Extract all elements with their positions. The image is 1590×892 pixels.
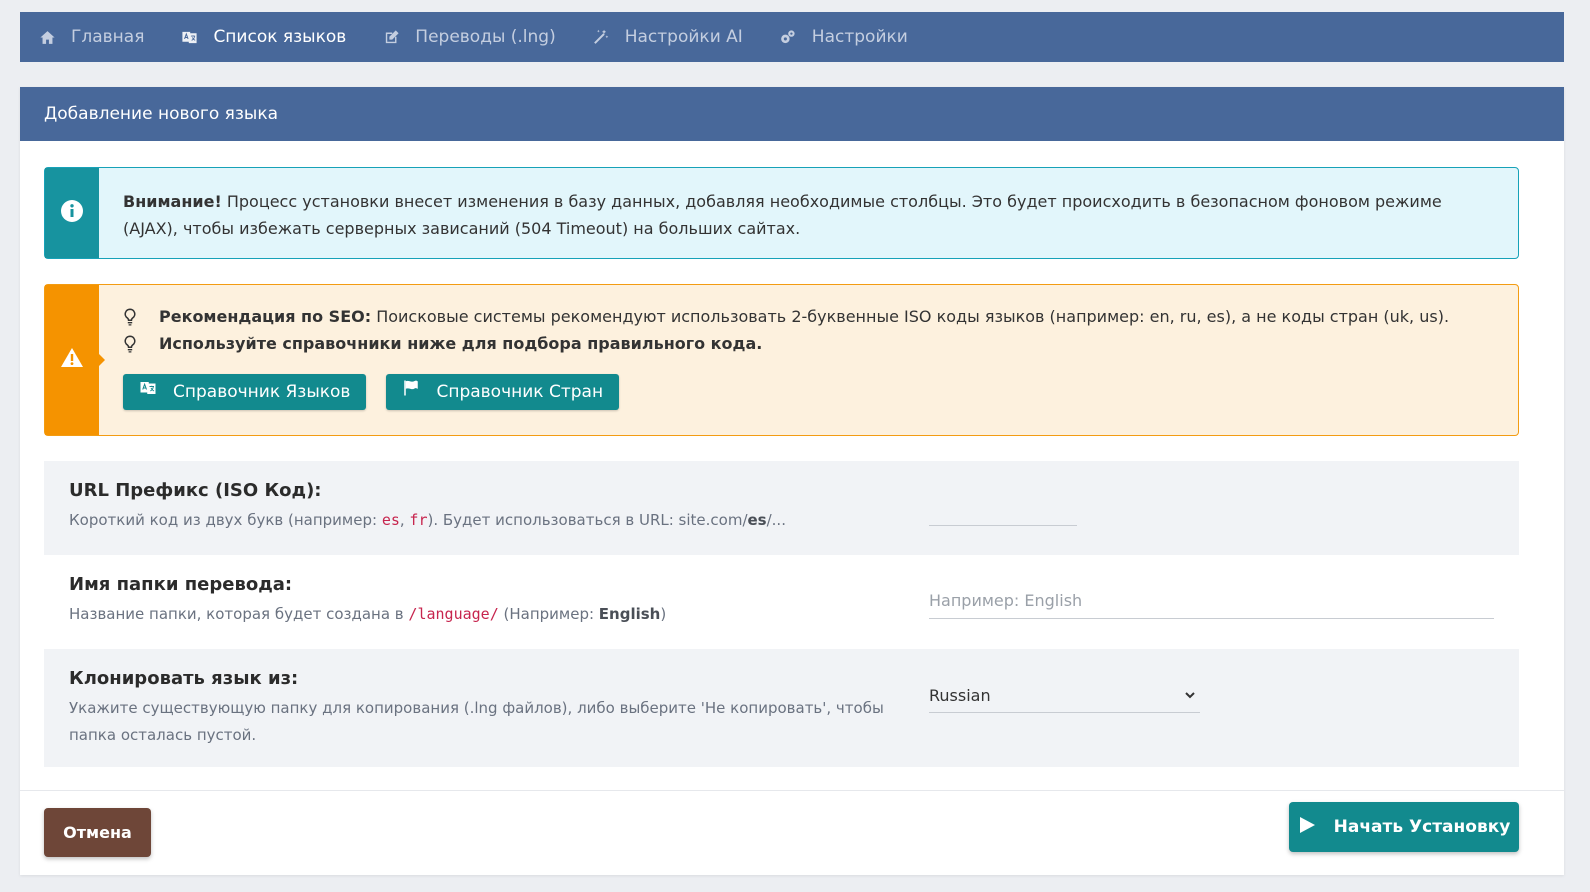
country-reference-button[interactable]: Справочник Стран bbox=[386, 374, 620, 410]
seo-use-references-text: Используйте справочники ниже для подбора… bbox=[159, 334, 763, 353]
cancel-button[interactable]: Отмена bbox=[44, 808, 151, 857]
language-reference-button[interactable]: Справочник Языков bbox=[123, 374, 367, 410]
info-icon bbox=[60, 199, 84, 227]
language-reference-label: Справочник Языков bbox=[173, 381, 351, 402]
nav-item-translations[interactable]: Переводы (.lng) bbox=[382, 12, 556, 62]
flag-icon bbox=[402, 379, 436, 406]
chevron-down-icon bbox=[1184, 686, 1200, 705]
clone-language-help: Укажите существующую папку для копирован… bbox=[69, 699, 884, 744]
translate-icon bbox=[180, 28, 198, 46]
clone-language-select[interactable]: Russian bbox=[929, 679, 1200, 713]
seo-recommendation-strong: Рекомендация по SEO: bbox=[159, 307, 372, 326]
translate-icon bbox=[139, 379, 173, 406]
lightbulb-icon bbox=[123, 334, 137, 353]
magic-wand-icon bbox=[592, 28, 610, 46]
nav-item-label: Список языков bbox=[213, 27, 347, 47]
lightbulb-icon bbox=[123, 307, 137, 326]
nav-item-home[interactable]: Главная bbox=[38, 12, 144, 62]
footer-divider bbox=[20, 790, 1564, 791]
nav-item-settings[interactable]: Настройки bbox=[779, 12, 908, 62]
top-navbar: Главная Список языков Переводы (.lng) На… bbox=[20, 12, 1564, 62]
add-language-panel: Добавление нового языка Внимание! Процес… bbox=[20, 87, 1564, 875]
folder-name-row: Имя папки перевода: Название папки, кото… bbox=[44, 555, 1519, 649]
url-prefix-label: URL Префикс (ISO Код): bbox=[69, 480, 322, 501]
info-alert: Внимание! Процесс установки внесет измен… bbox=[44, 167, 1519, 259]
url-prefix-help: Короткий код из двух букв (например: es,… bbox=[69, 511, 786, 529]
home-icon bbox=[38, 28, 56, 46]
play-icon bbox=[1298, 816, 1334, 839]
url-prefix-row: URL Префикс (ISO Код): Короткий код из д… bbox=[44, 461, 1519, 555]
start-install-button[interactable]: Начать Установку bbox=[1289, 802, 1519, 852]
nav-item-ai-settings[interactable]: Настройки AI bbox=[592, 12, 743, 62]
url-prefix-input[interactable] bbox=[929, 504, 1077, 526]
gears-icon bbox=[779, 28, 797, 46]
edit-icon bbox=[382, 28, 400, 46]
seo-alert-body: Рекомендация по SEO: Поисковые системы р… bbox=[99, 285, 1473, 435]
seo-recommendation-text: Поисковые системы рекомендуют использова… bbox=[371, 307, 1450, 326]
nav-item-label: Переводы (.lng) bbox=[415, 27, 556, 47]
clone-language-label: Клонировать язык из: bbox=[69, 668, 299, 689]
info-alert-text: Внимание! Процесс установки внесет измен… bbox=[99, 168, 1518, 258]
nav-item-label: Настройки AI bbox=[624, 27, 743, 47]
panel-title: Добавление нового языка bbox=[20, 87, 1564, 141]
seo-line-1: Рекомендация по SEO: Поисковые системы р… bbox=[123, 303, 1449, 330]
folder-name-input[interactable] bbox=[929, 583, 1494, 619]
clone-language-selected: Russian bbox=[929, 686, 991, 705]
folder-name-help: Название папки, которая будет создана в … bbox=[69, 605, 667, 623]
info-alert-message: Процесс установки внесет изменения в баз… bbox=[123, 192, 1442, 238]
start-install-label: Начать Установку bbox=[1333, 817, 1511, 837]
info-alert-strong: Внимание! bbox=[123, 192, 222, 211]
seo-line-2: Используйте справочники ниже для подбора… bbox=[123, 330, 1449, 357]
country-reference-label: Справочник Стран bbox=[436, 381, 604, 402]
nav-item-label: Настройки bbox=[811, 27, 908, 47]
nav-item-language-list[interactable]: Список языков bbox=[180, 12, 346, 62]
nav-item-label: Главная bbox=[71, 27, 145, 47]
seo-alert: Рекомендация по SEO: Поисковые системы р… bbox=[44, 284, 1519, 436]
clone-language-row: Клонировать язык из: Укажите существующу… bbox=[44, 649, 1519, 767]
folder-name-label: Имя папки перевода: bbox=[69, 574, 293, 595]
warning-icon bbox=[60, 346, 84, 374]
